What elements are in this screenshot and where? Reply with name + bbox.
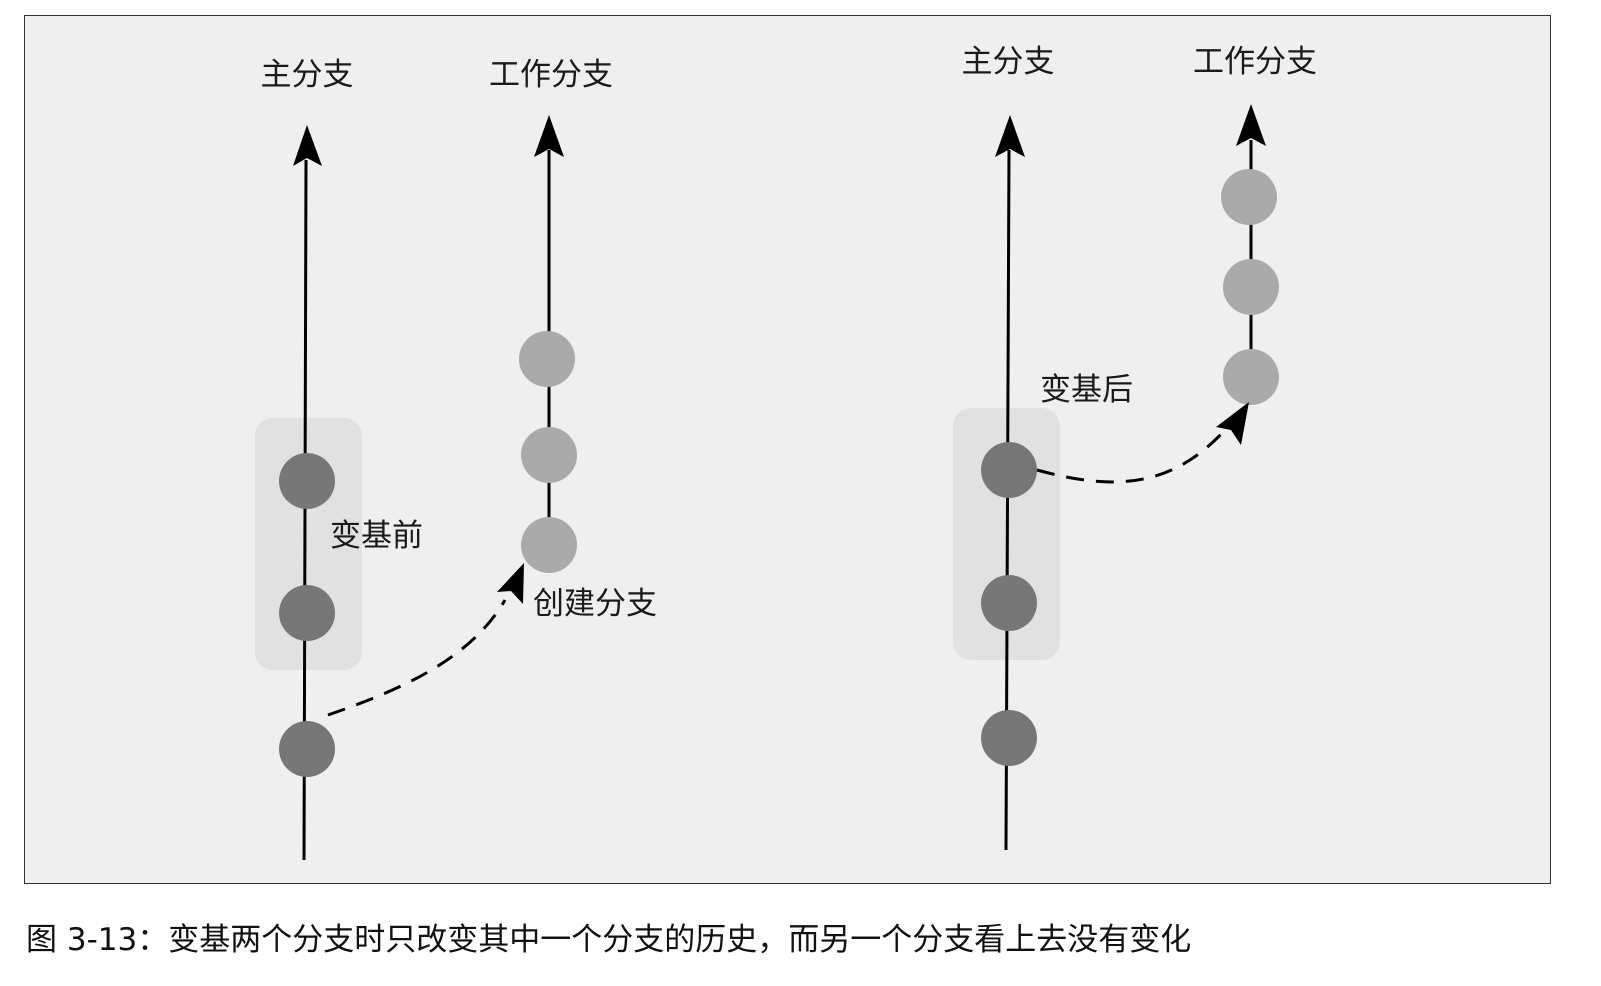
before-rebase-label: 变基前: [330, 518, 423, 554]
main-branch-arrowhead: [293, 125, 322, 166]
work-commit: [521, 427, 577, 483]
work-branch-arrowhead: [1236, 104, 1266, 146]
create-branch-label: 创建分支: [533, 586, 657, 622]
after-rebase-label: 变基后: [1040, 372, 1133, 408]
main-commit: [279, 585, 335, 641]
figure-caption: 图 3-13：变基两个分支时只改变其中一个分支的历史，而另一个分支看上去没有变化: [26, 922, 1192, 958]
main-commit: [279, 721, 335, 777]
work-commit: [1223, 349, 1279, 405]
main-commit: [981, 710, 1037, 766]
create-branch-arrowhead: [497, 563, 524, 604]
after-rebase-panel: 主分支 变基后 工作分支: [953, 44, 1317, 851]
work-branch-label: 工作分支: [1193, 44, 1317, 80]
rebase-arrowhead: [1216, 402, 1249, 445]
main-commit: [981, 575, 1037, 631]
main-commit: [981, 442, 1037, 498]
rebase-diagram: 主分支 变基前 工作分支 创建分支 主分支 变基后 工作分支: [255, 44, 1317, 861]
work-commit: [1223, 259, 1279, 315]
work-commit: [1221, 169, 1277, 225]
work-commit: [519, 331, 575, 387]
rebase-arrow: [1036, 428, 1227, 484]
main-branch-label: 主分支: [962, 44, 1055, 80]
work-branch-label: 工作分支: [489, 57, 613, 93]
main-commit: [279, 453, 335, 509]
work-commit: [521, 517, 577, 573]
before-rebase-panel: 主分支 变基前 工作分支 创建分支: [255, 57, 657, 861]
main-branch-label: 主分支: [261, 57, 354, 93]
